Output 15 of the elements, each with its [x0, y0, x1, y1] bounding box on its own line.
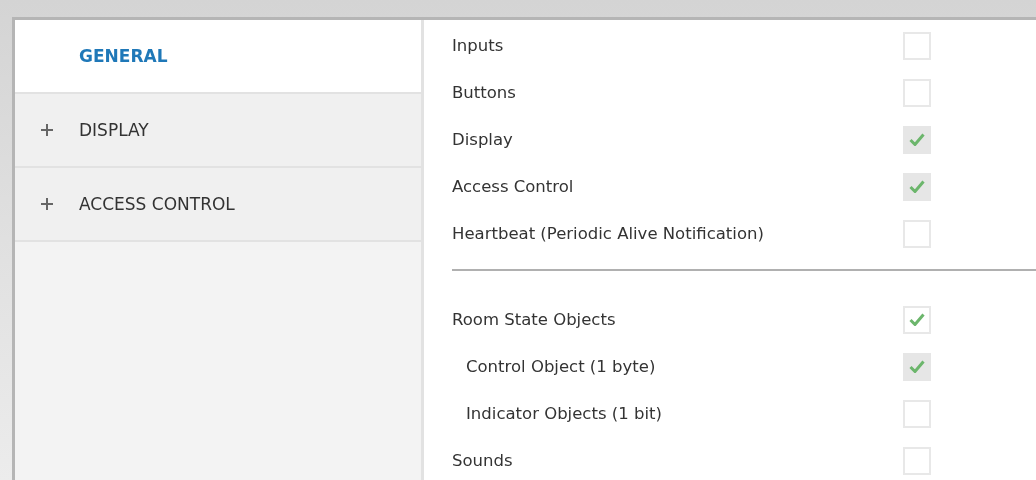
option-label: Heartbeat (Periodic Alive Notification) — [452, 224, 765, 243]
option-label: Inputs — [452, 36, 505, 55]
checkmark-icon — [909, 133, 925, 146]
checkbox[interactable] — [903, 305, 931, 334]
checkmark-icon — [909, 180, 925, 193]
option-label: Indicator Objects (1 bit) — [466, 404, 663, 423]
sidebar-item[interactable]: GENERAL — [15, 20, 421, 94]
option-label: Display — [452, 130, 514, 149]
checkmark-icon — [909, 360, 925, 373]
option-label: Access Control — [452, 177, 575, 196]
checkmark-icon — [909, 313, 925, 326]
option-label: Buttons — [452, 83, 517, 102]
option-label: Room State Objects — [452, 310, 617, 329]
option-label: Control Object (1 byte) — [466, 357, 657, 376]
option-label: Sounds — [452, 451, 514, 470]
